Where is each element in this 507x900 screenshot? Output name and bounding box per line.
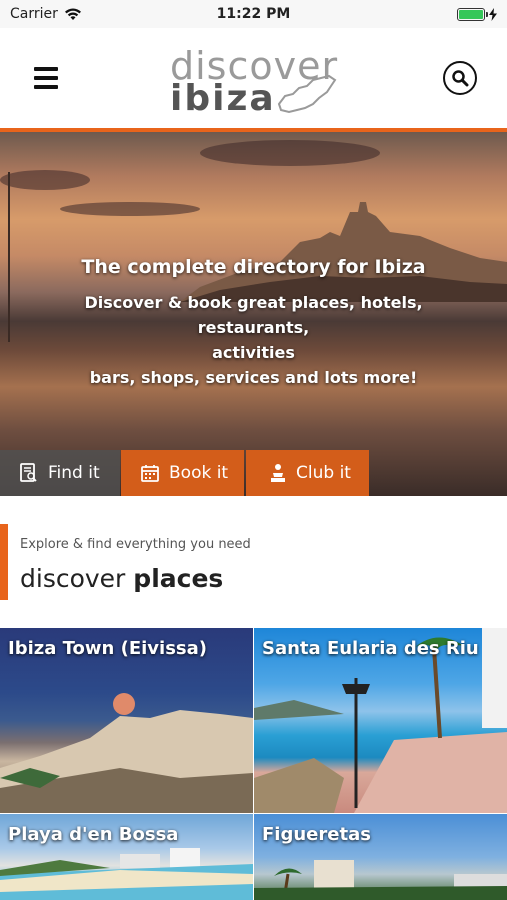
carrier-label: Carrier — [10, 6, 58, 22]
place-tile-figueretas[interactable]: Figueretas — [254, 814, 507, 900]
tab-find-it[interactable]: Find it — [0, 450, 120, 496]
section-subtitle: Explore & find everything you need — [20, 537, 251, 552]
search-icon[interactable] — [443, 61, 477, 95]
tab-book-it-label: Book it — [169, 463, 229, 483]
status-bar: Carrier 11:22 PM — [0, 0, 507, 28]
place-name: Figueretas — [262, 824, 371, 845]
places-grid: Ibiza Town (Eivissa) Santa Eularia des R… — [0, 628, 507, 900]
discover-ibiza-logo[interactable]: discover ibiza — [168, 42, 343, 119]
dalt-vila-skyline — [180, 202, 507, 302]
section-accent-bar — [0, 524, 8, 600]
place-tile-playa-den-bossa[interactable]: Playa d'en Bossa — [0, 814, 253, 900]
hero-title: The complete directory for Ibiza — [81, 256, 426, 278]
calendar-icon — [141, 465, 159, 482]
hero-tab-bar: Find it Book it Club it — [0, 450, 369, 496]
hero-subtitle-line: Discover & book great places, hotels, re… — [84, 293, 423, 337]
section-title-light: discover — [20, 564, 126, 593]
wifi-icon — [64, 8, 81, 20]
app-header: discover ibiza — [0, 28, 507, 128]
hero-subtitle-line: bars, shops, services and lots more! — [89, 368, 418, 387]
directory-icon — [20, 463, 37, 482]
hero-banner: The complete directory for Ibiza Discove… — [0, 132, 507, 496]
place-tile-santa-eularia[interactable]: Santa Eularia des Riu — [254, 628, 507, 813]
place-name: Ibiza Town (Eivissa) — [8, 638, 208, 659]
battery-icon — [457, 7, 488, 21]
tab-book-it[interactable]: Book it — [121, 450, 244, 496]
place-tile-ibiza-town[interactable]: Ibiza Town (Eivissa) — [0, 628, 253, 813]
tab-find-it-label: Find it — [48, 463, 100, 483]
tab-club-it[interactable]: Club it — [246, 450, 369, 496]
section-title-bold: places — [133, 564, 224, 593]
section-title: discover places — [20, 564, 223, 593]
place-name: Playa d'en Bossa — [8, 824, 179, 845]
dj-icon — [271, 464, 285, 482]
place-name: Santa Eularia des Riu — [262, 638, 479, 659]
logo-word-ibiza: ibiza — [170, 78, 276, 119]
island-outline-icon — [277, 74, 337, 114]
tab-club-it-label: Club it — [296, 463, 351, 483]
hamburger-icon[interactable] — [34, 67, 58, 89]
charging-icon — [489, 7, 497, 21]
hero-subtitle: Discover & book great places, hotels, re… — [30, 290, 477, 390]
discover-section-header: Explore & find everything you need disco… — [0, 496, 507, 628]
hero-subtitle-line: activities — [212, 343, 295, 362]
